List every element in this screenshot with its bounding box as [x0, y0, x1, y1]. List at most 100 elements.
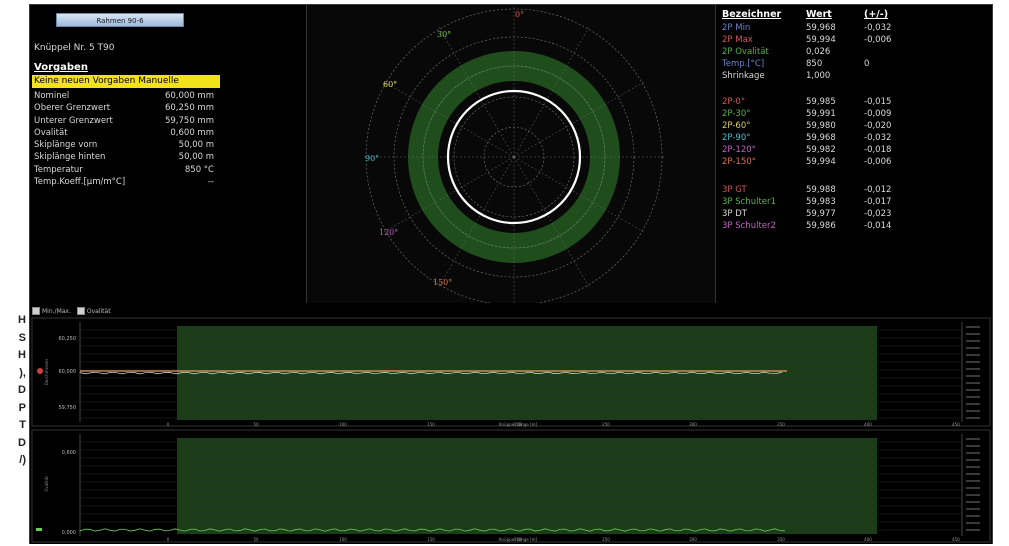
caption-fragment: H [18, 349, 26, 361]
table-row: 2P-30° 59,991 -0,009 [720, 109, 990, 121]
chart2-right-tick [966, 466, 980, 468]
row-name: Shrinkage [722, 71, 765, 81]
chart2-right-tick [966, 515, 980, 517]
parameter-row: Ovalität 0,600 mm [34, 128, 214, 140]
chart1-right-tick [966, 396, 980, 398]
caption-fragment: /) [19, 454, 26, 466]
row-delta: -0,015 [864, 97, 892, 107]
parameter-row: Nominel 60,000 mm [34, 91, 214, 103]
row-value: 850 [806, 59, 823, 69]
vorgaben-panel: Rahmen 90-6 Knüppel Nr. 5 T90 Vorgaben K… [30, 5, 302, 301]
row-delta: -0,012 [864, 185, 892, 195]
row-name: 3P Schulter2 [722, 221, 776, 231]
cropped-caption-text: H S H), D P T D/) [0, 312, 26, 546]
row-value: 59,994 [806, 157, 836, 167]
table-row: 3P Schulter2 59,986 -0,014 [720, 221, 990, 233]
trend-svg: 60,25060,00059,750Durchmesser0 50 100 150 20… [31, 317, 991, 543]
angle-label: 120° [379, 228, 398, 237]
chart1-x-tick: 0 [167, 422, 170, 427]
row-name: 3P Schulter1 [722, 197, 776, 207]
chart1-marker-icon [37, 368, 43, 374]
chart1-right-tick [966, 361, 980, 363]
chart1-x-tick: 400 [864, 422, 872, 427]
keine-vorgaben-banner: Keine neuen Vorgaben Manuelle [32, 75, 220, 88]
parameter-value: 50,00 m [178, 140, 214, 151]
angle-label: 30° [437, 30, 451, 39]
chart2-right-tick [966, 459, 980, 461]
row-name: 3P DT [722, 209, 747, 219]
row-value: 59,980 [806, 121, 836, 131]
table-row: 2P-0° 59,985 -0,015 [720, 97, 990, 109]
parameter-label: Oberer Grenzwert [34, 103, 111, 114]
parameter-row: Oberer Grenzwert 60,250 mm [34, 103, 214, 115]
parameter-row: Temp.Koeff.[µm/m°C] -- [34, 177, 214, 189]
parameter-label: Unterer Grenzwert [34, 115, 113, 126]
row-delta: -0,023 [864, 209, 892, 219]
row-delta: -0,006 [864, 157, 892, 167]
knuppel-label: Knüppel Nr. 5 T90 [34, 43, 115, 53]
chart1-right-tick [966, 417, 980, 419]
parameter-value: -- [207, 177, 214, 188]
chart2-right-tick [966, 529, 980, 531]
chart2-x-tick: 100 [339, 537, 347, 542]
row-delta: -0,032 [864, 133, 892, 143]
chart2-y-tick: 0,000 [62, 530, 76, 536]
row-value: 59,983 [806, 197, 836, 207]
row-value: 59,968 [806, 133, 836, 143]
angle-label: 60° [383, 80, 397, 89]
chart1-right-tick [966, 410, 980, 412]
table-row: 2P Min 59,968 -0,032 [720, 23, 990, 35]
chart2-x-tick: 400 [864, 537, 872, 542]
chart2-x-tick: 350 [777, 537, 785, 542]
chart2-x-tick: 150 [427, 537, 435, 542]
chart2-right-tick [966, 508, 980, 510]
measurement-app-window: Rahmen 90-6 Knüppel Nr. 5 T90 Vorgaben K… [29, 4, 993, 544]
parameter-list: Nominel 60,000 mm Oberer Grenzwert 60,250 m… [34, 91, 214, 189]
chart1-right-tick [966, 340, 980, 342]
table-row: 2P-90° 59,968 -0,032 [720, 133, 990, 145]
parameter-value: 59,750 mm [164, 115, 214, 126]
row-name: 2P Max [722, 35, 753, 45]
row-name: 2P-30° [722, 109, 751, 119]
row-delta: -0,032 [864, 23, 892, 33]
row-value: 59,988 [806, 185, 836, 195]
chart2-x-title: Knüppel Länge [m] [499, 537, 538, 542]
caption-fragment: S [18, 331, 26, 344]
chart2-right-tick [966, 480, 980, 482]
chart1-right-tick [966, 326, 980, 328]
row-delta: -0,009 [864, 109, 892, 119]
row-value: 59,986 [806, 221, 836, 231]
parameter-label: Ovalität [34, 127, 68, 138]
chart2-axis-title: Ovalität [44, 476, 49, 492]
chart2-right-tick [966, 445, 980, 447]
row-value: 59,977 [806, 209, 836, 219]
chart2-right-tick [966, 438, 980, 440]
parameter-value: 60,000 mm [164, 91, 214, 101]
chart2-x-tick: 250 [602, 537, 610, 542]
parameter-row: Temperatur 850 °C [34, 165, 214, 177]
chart2-x-tick: 450 [952, 537, 960, 542]
chart2-x-tick: 50 [253, 537, 259, 542]
angle-label: 150° [433, 278, 452, 287]
chart1-right-tick [966, 389, 980, 391]
table-row: Shrinkage 1,000 [720, 71, 990, 83]
chart1-y-tick: 59,750 [59, 405, 77, 411]
chart1-x-tick: 150 [427, 422, 435, 427]
polar-svg: 0° 30° 60° 90° 120° 150° [364, 7, 664, 303]
rahmen-button[interactable]: Rahmen 90-6 [56, 13, 184, 27]
table-row: 2P-120° 59,982 -0,018 [720, 145, 990, 157]
angle-label: 90° [365, 154, 379, 163]
table-row: 3P DT 59,977 -0,023 [720, 209, 990, 221]
row-value: 1,000 [806, 71, 831, 81]
parameter-label: Skiplänge hinten [34, 152, 106, 163]
parameter-label: Skiplänge vorn [34, 140, 98, 151]
parameter-row: Skiplänge vorn 50,00 m [34, 140, 214, 152]
row-name: 2P-120° [722, 145, 756, 155]
chart2-x-tick: 0 [167, 537, 170, 542]
chart1-right-tick [966, 403, 980, 405]
row-name: 2P-150° [722, 157, 756, 167]
caption-fragment: P [18, 401, 26, 414]
parameter-label: Temperatur [34, 164, 83, 175]
chart2-marker-icon [36, 528, 42, 531]
chart2-tolerance-band [177, 438, 877, 534]
